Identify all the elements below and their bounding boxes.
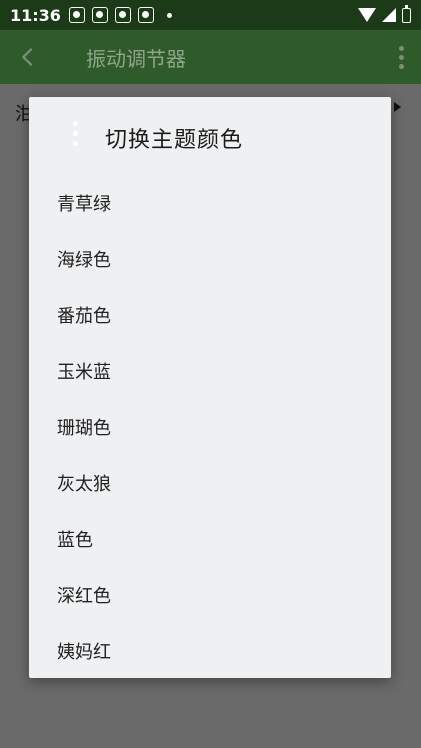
battery-icon xyxy=(402,4,411,23)
dialog-more-icon xyxy=(73,121,78,146)
status-bar: 11:36 xyxy=(0,0,421,30)
paw-icon xyxy=(137,7,154,23)
theme-option-cornflower-blue[interactable]: 玉米蓝 xyxy=(29,343,391,399)
theme-option-grey-wolf[interactable]: 灰太狼 xyxy=(29,455,391,511)
wifi-icon xyxy=(358,8,376,22)
caret-right-icon xyxy=(394,102,401,112)
theme-options-list: 青草绿 海绿色 番茄色 玉米蓝 珊瑚色 灰太狼 蓝色 深红色 姨妈红 xyxy=(29,175,391,679)
theme-option-tomato[interactable]: 番茄色 xyxy=(29,287,391,343)
status-time: 11:36 xyxy=(10,5,61,25)
paw-icon xyxy=(91,7,108,23)
dialog-header: 切换主题颜色 xyxy=(29,97,391,175)
app-bar: 振动调节器 xyxy=(0,30,421,84)
back-icon[interactable] xyxy=(0,30,56,84)
app-title: 振动调节器 xyxy=(86,46,186,71)
paw-icon xyxy=(114,7,131,23)
theme-option-crimson[interactable]: 深红色 xyxy=(29,567,391,623)
theme-option-grass-green[interactable]: 青草绿 xyxy=(29,175,391,231)
theme-option-sea-green[interactable]: 海绿色 xyxy=(29,231,391,287)
paw-icon xyxy=(68,7,85,23)
theme-option-blue[interactable]: 蓝色 xyxy=(29,511,391,567)
dialog-title: 切换主题颜色 xyxy=(105,128,244,153)
signal-icon xyxy=(382,8,396,22)
overflow-menu-icon[interactable] xyxy=(381,30,421,84)
theme-color-dialog: 切换主题颜色 青草绿 海绿色 番茄色 玉米蓝 珊瑚色 灰太狼 蓝色 深红色 姨妈… xyxy=(29,97,391,678)
theme-option-aunt-red[interactable]: 姨妈红 xyxy=(29,623,391,679)
notification-dot-icon xyxy=(166,12,172,18)
theme-option-coral[interactable]: 珊瑚色 xyxy=(29,399,391,455)
status-indicators xyxy=(358,4,411,23)
